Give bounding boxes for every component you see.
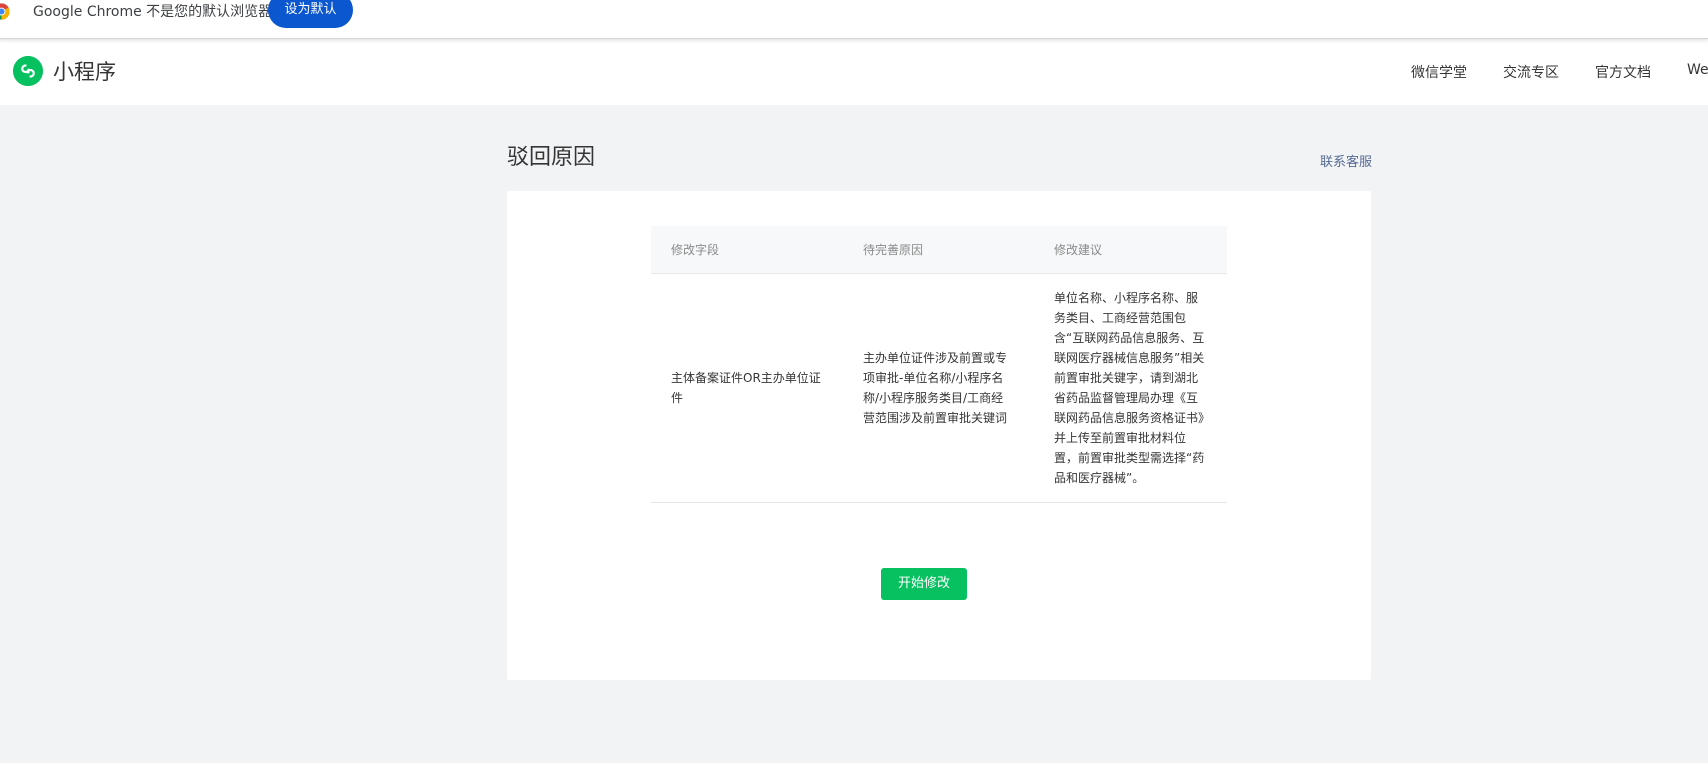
brand-name: 小程序 (53, 60, 116, 84)
header-field: 修改字段 (651, 226, 843, 274)
page-title: 驳回原因 (507, 145, 596, 170)
contact-support-link[interactable]: 联系客服 (1320, 151, 1372, 170)
top-nav: 微信学堂 交流专区 官方文档 We (1411, 62, 1708, 82)
cell-field: 主体备案证件OR主办单位证件 (651, 273, 843, 503)
nav-item-community[interactable]: 交流专区 (1503, 62, 1559, 82)
miniprogram-logo-icon (13, 56, 43, 86)
table-header-row: 修改字段 待完善原因 修改建议 (651, 226, 1227, 274)
start-edit-button[interactable]: 开始修改 (881, 568, 967, 600)
brand-link[interactable]: 小程序 (13, 55, 116, 87)
nav-item-truncated[interactable]: We (1687, 62, 1708, 82)
nav-item-docs[interactable]: 官方文档 (1595, 62, 1651, 82)
default-browser-message: Google Chrome 不是您的默认浏览器 (33, 4, 273, 20)
nav-item-wechat-academy[interactable]: 微信学堂 (1411, 62, 1467, 82)
table-row: 主体备案证件OR主办单位证件 主办单位证件涉及前置或专项审批-单位名称/小程序名… (651, 273, 1227, 503)
header-reason: 待完善原因 (843, 226, 1034, 274)
header-suggestion: 修改建议 (1034, 226, 1227, 274)
site-header: 小程序 微信学堂 交流专区 官方文档 We (0, 38, 1708, 105)
reject-reason-table: 修改字段 待完善原因 修改建议 主体备案证件OR主办单位证件 主办单位证件涉及前… (651, 226, 1227, 503)
chrome-logo-icon (0, 3, 10, 20)
cell-suggestion: 单位名称、小程序名称、服务类目、工商经营范围包含“互联网药品信息服务、互联网医疗… (1034, 273, 1227, 503)
default-browser-infobar: Google Chrome 不是您的默认浏览器 设为默认 (0, 0, 1708, 39)
cell-reason: 主办单位证件涉及前置或专项审批-单位名称/小程序名称/小程序服务类目/工商经营范… (843, 273, 1034, 503)
reject-reason-card: 修改字段 待完善原因 修改建议 主体备案证件OR主办单位证件 主办单位证件涉及前… (507, 191, 1371, 680)
set-default-button[interactable]: 设为默认 (268, 0, 353, 28)
